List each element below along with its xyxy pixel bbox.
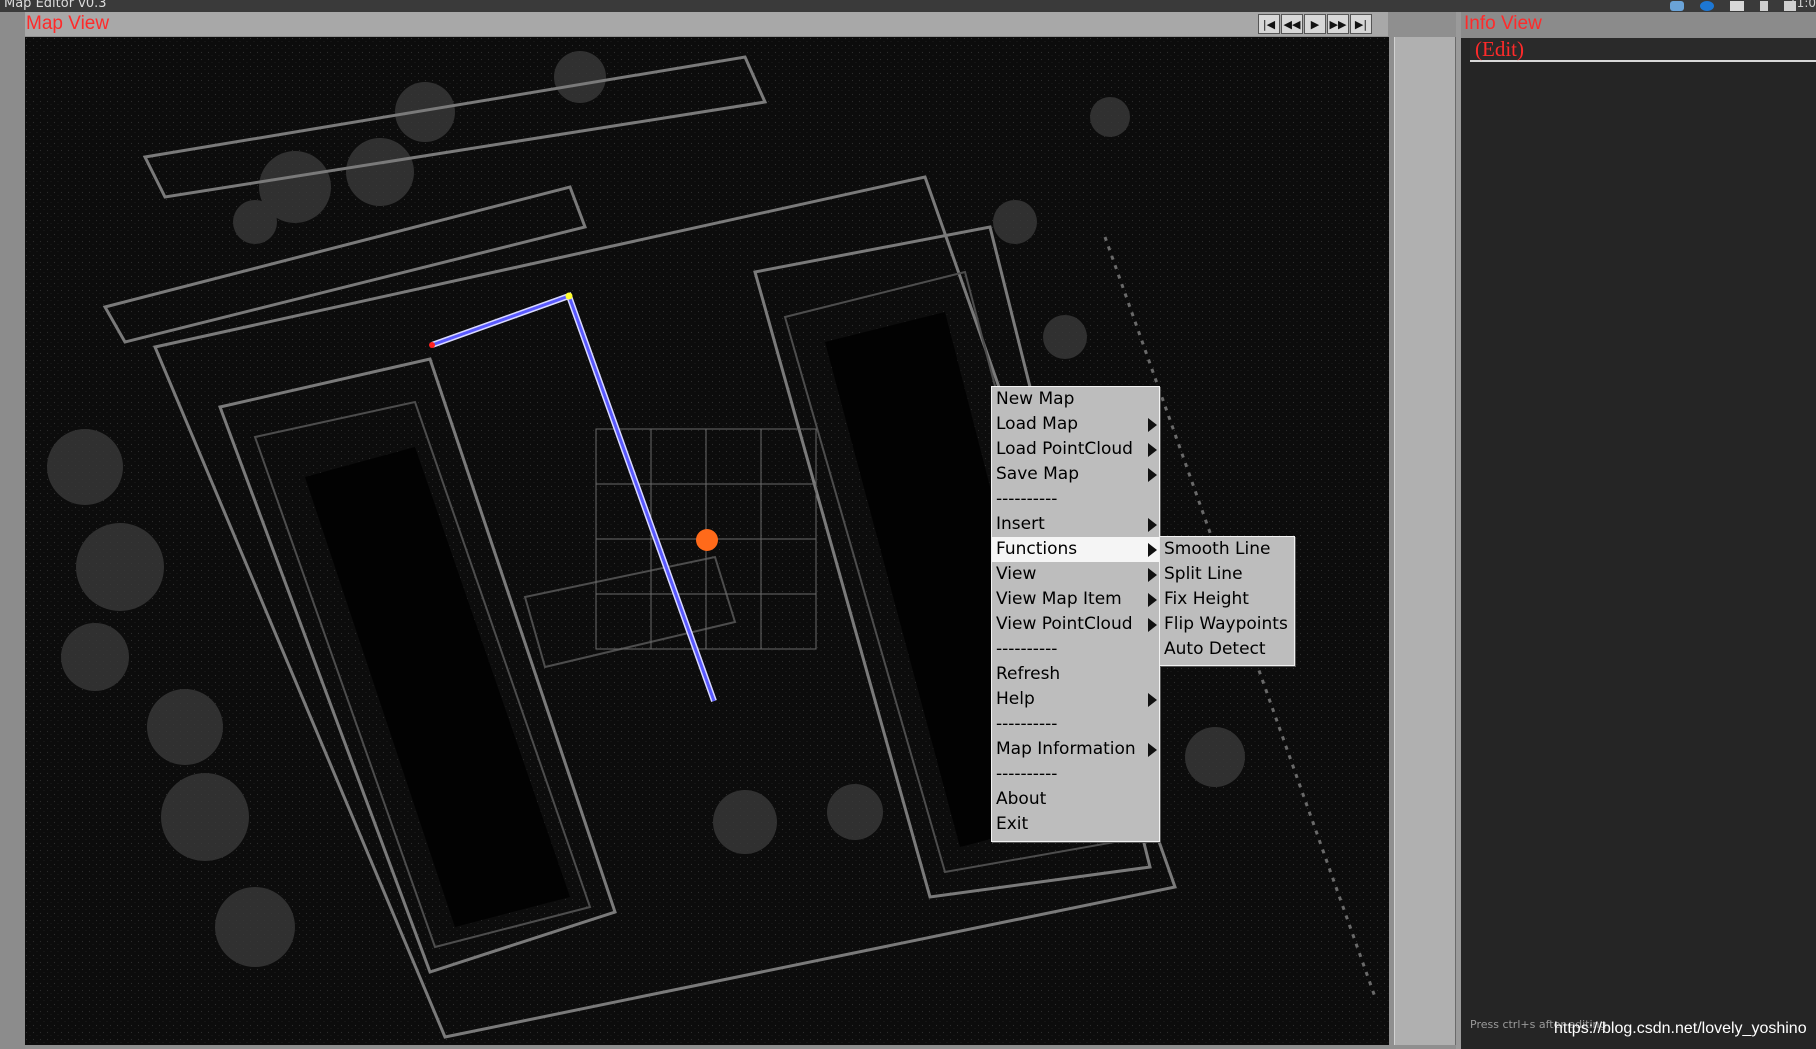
- menu-item-load-map[interactable]: Load Map: [992, 412, 1159, 437]
- menu-separator-label: ----------: [996, 489, 1058, 509]
- path-start-point[interactable]: [429, 342, 435, 348]
- menu-item-exit[interactable]: Exit: [992, 812, 1159, 837]
- submenu-item-label: Flip Waypoints: [1164, 614, 1288, 634]
- playback-controls: |◀ ◀◀ ▶ ▶▶ ▶|: [1258, 14, 1372, 34]
- functions-submenu: Smooth Line Split Line Fix Height Flip W…: [1159, 536, 1295, 666]
- menu-item-map-information[interactable]: Map Information: [992, 737, 1159, 762]
- info-view-label: Info View: [1464, 13, 1542, 34]
- submenu-arrow-icon: [1148, 518, 1157, 532]
- cursor-marker[interactable]: [696, 529, 718, 551]
- info-view-pane: Info View (Edit) Press ctrl+s after edit…: [1461, 12, 1816, 1049]
- submenu-item-label: Smooth Line: [1164, 539, 1271, 559]
- edit-label: (Edit): [1475, 37, 1524, 61]
- menu-item-label: View: [996, 564, 1037, 584]
- menu-item-label: Functions: [996, 539, 1078, 559]
- menu-item-refresh[interactable]: Refresh: [992, 662, 1159, 687]
- menu-item-functions[interactable]: Functions: [992, 537, 1159, 562]
- system-tray: [1670, 0, 1796, 12]
- menu-item-label: Refresh: [996, 664, 1061, 684]
- menu-item-label: Map Information: [996, 739, 1136, 759]
- map-view-header: [25, 12, 1388, 36]
- submenu-arrow-icon: [1148, 618, 1157, 632]
- submenu-item-split-line[interactable]: Split Line: [1160, 562, 1294, 587]
- menu-item-load-pointcloud[interactable]: Load PointCloud: [992, 437, 1159, 462]
- submenu-item-auto-detect[interactable]: Auto Detect: [1160, 637, 1294, 662]
- submenu-item-label: Fix Height: [1164, 589, 1249, 609]
- submenu-item-smooth-line[interactable]: Smooth Line: [1160, 537, 1294, 562]
- menu-separator-label: ----------: [996, 714, 1058, 734]
- menu-item-label: New Map: [996, 389, 1075, 409]
- menu-item-label: View PointCloud: [996, 614, 1133, 634]
- title-bar: Map Editor v0.3 11:0: [0, 0, 1816, 12]
- menu-separator: ----------: [992, 487, 1159, 512]
- submenu-arrow-icon: [1148, 693, 1157, 707]
- menu-item-view-map-item[interactable]: View Map Item: [992, 587, 1159, 612]
- menu-item-label: About: [996, 789, 1047, 809]
- submenu-item-label: Auto Detect: [1164, 639, 1266, 659]
- menu-item-label: Load Map: [996, 414, 1079, 434]
- menu-item-save-map[interactable]: Save Map: [992, 462, 1159, 487]
- menu-separator: ----------: [992, 712, 1159, 737]
- menu-separator-label: ----------: [996, 764, 1058, 784]
- submenu-arrow-icon: [1148, 443, 1157, 457]
- submenu-item-label: Split Line: [1164, 564, 1243, 584]
- submenu-arrow-icon: [1148, 418, 1157, 432]
- submenu-arrow-icon: [1148, 543, 1157, 557]
- keyboard-icon[interactable]: [1730, 1, 1744, 11]
- rewind-button[interactable]: ◀◀: [1281, 14, 1303, 34]
- submenu-arrow-icon: [1148, 593, 1157, 607]
- menu-separator: ----------: [992, 762, 1159, 787]
- menu-item-label: Exit: [996, 814, 1029, 834]
- submenu-arrow-icon: [1148, 568, 1157, 582]
- menu-item-label: Insert: [996, 514, 1045, 534]
- clock: 11:0: [1789, 0, 1816, 10]
- skip-to-start-button[interactable]: |◀: [1258, 14, 1280, 34]
- menu-separator-label: ----------: [996, 639, 1058, 659]
- menu-item-view-pointcloud[interactable]: View PointCloud: [992, 612, 1159, 637]
- info-view-header: Info View: [1461, 12, 1816, 38]
- menu-item-about[interactable]: About: [992, 787, 1159, 812]
- menu-item-label: View Map Item: [996, 589, 1122, 609]
- window-title: Map Editor v0.3: [4, 0, 107, 11]
- fast-forward-button[interactable]: ▶▶: [1327, 14, 1349, 34]
- context-menu: New Map Load Map Load PointCloud Save Ma…: [991, 386, 1160, 842]
- left-gutter: [0, 12, 25, 1049]
- skip-to-end-button[interactable]: ▶|: [1350, 14, 1372, 34]
- sync-icon[interactable]: [1700, 1, 1714, 11]
- play-button[interactable]: ▶: [1304, 14, 1326, 34]
- menu-separator: ----------: [992, 637, 1159, 662]
- submenu-item-flip-waypoints[interactable]: Flip Waypoints: [1160, 612, 1294, 637]
- menu-item-label: Save Map: [996, 464, 1080, 484]
- submenu-arrow-icon: [1148, 743, 1157, 757]
- path-vertex-point[interactable]: [565, 292, 573, 300]
- menu-item-label: Load PointCloud: [996, 439, 1133, 459]
- menu-item-new-map[interactable]: New Map: [992, 387, 1159, 412]
- bluetooth-icon[interactable]: [1670, 1, 1684, 11]
- menu-item-insert[interactable]: Insert: [992, 512, 1159, 537]
- menu-item-label: Help: [996, 689, 1035, 709]
- submenu-item-fix-height[interactable]: Fix Height: [1160, 587, 1294, 612]
- map-view-label: Map View: [26, 13, 110, 34]
- watermark-url: https://blog.csdn.net/lovely_yoshino: [1554, 1020, 1807, 1037]
- vertical-scrollbar[interactable]: [1394, 37, 1456, 1045]
- submenu-arrow-icon: [1148, 468, 1157, 482]
- menu-item-help[interactable]: Help: [992, 687, 1159, 712]
- menu-item-view[interactable]: View: [992, 562, 1159, 587]
- network-icon[interactable]: [1760, 1, 1768, 11]
